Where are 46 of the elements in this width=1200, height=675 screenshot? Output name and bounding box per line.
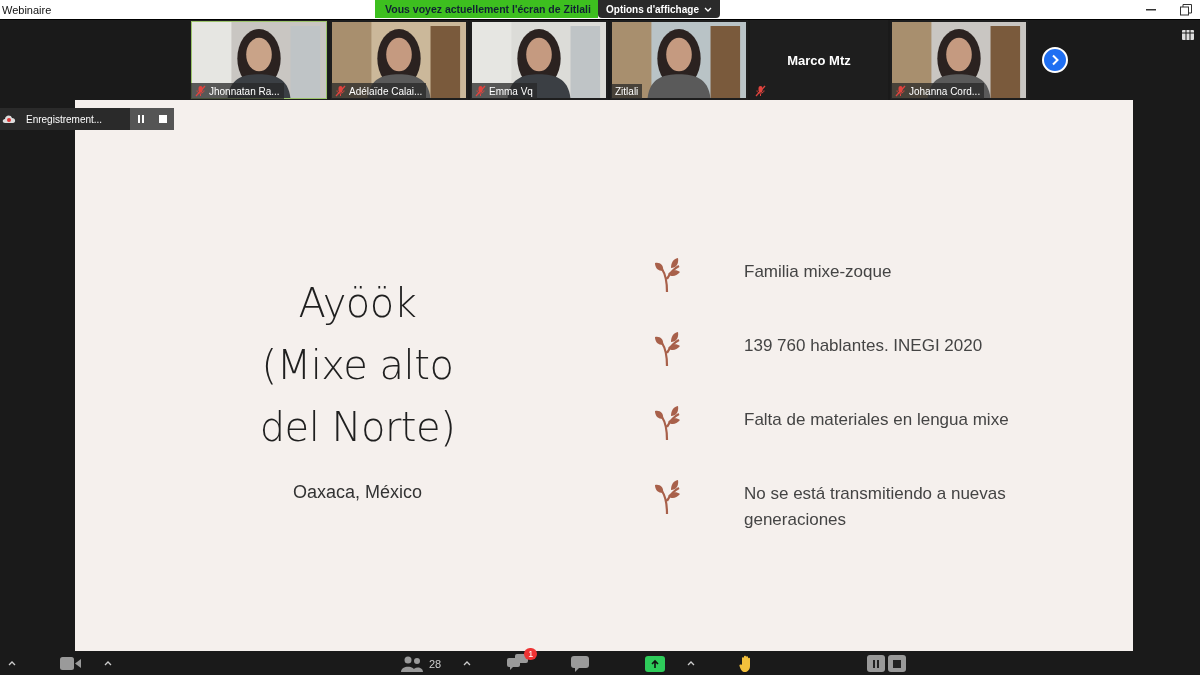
chevron-right-icon (1050, 54, 1060, 66)
cloud-icon (2, 114, 16, 124)
caret-up-icon[interactable] (8, 661, 16, 666)
pause-button[interactable] (867, 655, 886, 672)
pause-icon (872, 659, 881, 668)
participant-name: Johanna Cord... (909, 85, 981, 97)
participant-name: Marco Mtz (787, 52, 851, 68)
chat-icon[interactable] (571, 655, 590, 672)
arrow-up-icon (650, 658, 661, 669)
caret-icon (703, 6, 712, 12)
q-and-a-icon[interactable] (507, 653, 530, 670)
stop-icon (893, 659, 902, 668)
sprout-icon (652, 405, 682, 441)
window-title: Webinaire (2, 3, 52, 16)
sprout-icon (652, 479, 682, 515)
video-camera-icon[interactable] (60, 657, 82, 670)
caret-up-icon[interactable] (104, 661, 112, 666)
next-page-button[interactable] (1042, 47, 1068, 73)
stop-icon (159, 115, 167, 123)
gallery-view-icon[interactable] (1182, 30, 1194, 40)
minimize-icon[interactable] (1146, 8, 1156, 11)
participant-name: Adélaïde Calai... (349, 85, 423, 97)
screen-share-notice: Vous voyez actuellement l'écran de Zitlali (375, 0, 598, 18)
participant-name: Emma Vq (489, 85, 533, 97)
slide-title: (Mixe alto (261, 341, 454, 390)
caret-up-icon[interactable] (463, 661, 472, 666)
stop-button[interactable] (888, 655, 907, 672)
view-options-button[interactable]: Options d'affichage (598, 0, 720, 18)
caret-up-icon[interactable] (687, 661, 696, 666)
slide-subtitle: Oaxaca, México (292, 482, 423, 503)
bullet-text: Falta de materiales en lengua mixe (744, 409, 1010, 431)
share-screen-button[interactable] (645, 655, 666, 672)
slide-title: del Norte) (259, 403, 456, 452)
slide-title: Ayöök (298, 279, 417, 328)
participant-name: Jhonnatan Ra... (209, 85, 280, 97)
people-icon (400, 655, 424, 672)
recording-status: Enregistrement... (26, 113, 103, 125)
restore-icon[interactable] (1180, 3, 1192, 16)
bullet-text: Familia mixe-zoque (744, 261, 893, 283)
pause-icon (137, 115, 145, 123)
sprout-icon (652, 257, 682, 293)
bullet-text: 139 760 hablantes. INEGI 2020 (744, 335, 984, 357)
participants-button[interactable]: 28 (400, 655, 442, 672)
participant-name: Zitlali (615, 86, 639, 97)
sprout-icon (652, 331, 682, 367)
bullet-text: No se está transmitiendo a nuevas generaciones (744, 483, 1007, 531)
